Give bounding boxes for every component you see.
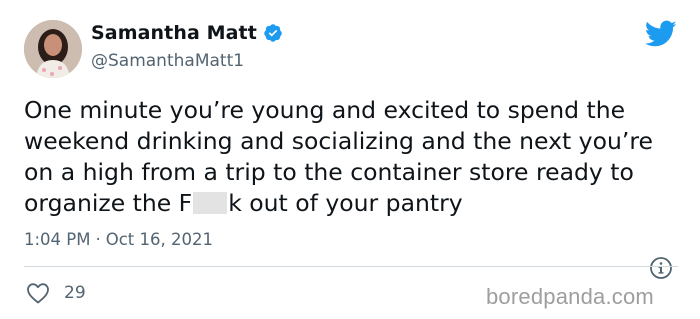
tweet-timestamp[interactable]: 1:04 PM · Oct 16, 2021: [24, 230, 213, 249]
avatar[interactable]: [24, 20, 82, 78]
heart-icon: [27, 283, 49, 304]
info-icon[interactable]: [649, 256, 673, 280]
timestamp-separator: ·: [95, 230, 101, 249]
watermark: boredpanda.com: [486, 284, 654, 309]
twitter-bird-icon[interactable]: [645, 20, 677, 48]
censor-block: [193, 192, 228, 214]
tweet-date: Oct 16, 2021: [105, 230, 213, 249]
avatar-portrait: [24, 20, 82, 78]
display-name[interactable]: Samantha Matt: [91, 22, 257, 44]
tweet-text-part-2: k out of your pantry: [228, 189, 463, 217]
divider: [24, 266, 678, 267]
like-button[interactable]: 29: [26, 282, 86, 304]
author-name-row: Samantha Matt: [91, 22, 283, 44]
likes-count: 29: [64, 283, 86, 303]
tweet-time: 1:04 PM: [24, 230, 91, 249]
tweet-text: One minute you’re young and excited to s…: [24, 95, 684, 219]
tweet-card: Samantha Matt @SamanthaMatt1 One minute …: [0, 0, 700, 319]
author-handle[interactable]: @SamanthaMatt1: [91, 51, 244, 71]
verified-badge-icon: [263, 23, 283, 43]
